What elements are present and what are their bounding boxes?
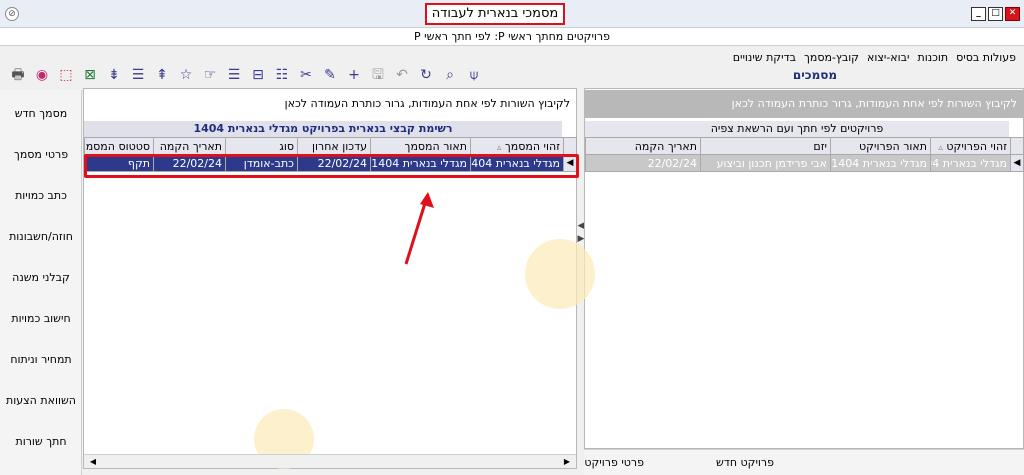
menu-item-import-export[interactable]: יבוא-יצוא	[867, 51, 909, 64]
projects-group-hint: לקיבוץ השורות לפי אחת העמודות, גרור כותר…	[585, 90, 1023, 118]
nav-document-details[interactable]: פרטי מסמך	[0, 136, 82, 174]
menu-item-file-document[interactable]: קובץ-מסמך	[804, 51, 859, 64]
window-title: מסמכי בנארית לעבודה	[425, 3, 565, 25]
column-header-developer[interactable]: יזם	[700, 137, 831, 155]
column-header-project-desc[interactable]: תאור הפרויקט	[830, 137, 931, 155]
toolbar: 🖶 ◉ ⬚ ⊠ ⇟ ☰ ⇞ ☆ ☞ ☰ ⊟ ☷ ✂ ✎ + 🖫 ↶ ↻ ⌕ ⍦	[8, 64, 484, 86]
row-indicator-header	[1010, 137, 1024, 155]
documents-panel: לקיבוץ השורות לפי אחת העמודות, גרור כותר…	[83, 88, 577, 469]
left-nav: מסמך חדש פרטי מסמך כתב כמויות חוזה/חשבונ…	[0, 90, 82, 475]
nav-subcontractors[interactable]: קבלני משנה	[0, 259, 82, 297]
minimize-icon[interactable]: _	[971, 7, 986, 21]
cell-created-date[interactable]: 22/02/24	[585, 154, 701, 172]
projects-table: זהוי הפרויקט ▵ תאור הפרויקט יזם תאריך הק…	[585, 137, 1024, 172]
cell-developer[interactable]: אבי פרידמן תכנון וביצוע	[700, 154, 831, 172]
projects-group-header: פרויקטים לפי חתך ועם הרשאת צפיה	[585, 121, 1009, 137]
save-icon[interactable]: 🖫	[368, 65, 388, 85]
nav-bill-of-quantities[interactable]: כתב כמויות	[0, 177, 82, 215]
column-header-document-desc[interactable]: תאור המסמך	[370, 137, 471, 155]
decoration-circle	[525, 239, 595, 309]
delete-icon[interactable]: ✂	[296, 65, 316, 85]
menu-item-check-changes[interactable]: בדיקת שינויים	[733, 51, 796, 64]
menu-bar: פעולות בסיס תוכנות יבוא-יצוא קובץ-מסמך ב…	[733, 51, 1016, 64]
insert-below-icon[interactable]: ⇟	[104, 65, 124, 85]
menu-item-software[interactable]: תוכנות	[917, 51, 948, 64]
sort-icon: ▵	[938, 142, 943, 153]
nav-contract-invoices[interactable]: חוזה/חשבונות	[0, 218, 82, 256]
column-header-status[interactable]: סטטוס המסמך	[84, 137, 154, 155]
cell-project-desc[interactable]: מגדלי בנארית 1404	[830, 154, 931, 172]
filter-icon[interactable]: ⍦	[464, 65, 484, 85]
sort-icon: ▵	[496, 142, 502, 153]
column-header-type[interactable]: סוג	[225, 137, 298, 155]
documents-group-hint: לקיבוץ השורות לפי אחת העמודות, גרור כותר…	[284, 97, 570, 110]
excel-icon[interactable]: ⊠	[80, 65, 100, 85]
nav-compare-offers[interactable]: השוואת הצעות	[0, 382, 82, 420]
annotation-arrow-icon	[404, 192, 434, 265]
pointer-icon[interactable]: ☞	[200, 65, 220, 85]
projects-panel: לקיבוץ השורות לפי אחת העמודות, גרור כותר…	[525, 88, 1024, 449]
print-icon[interactable]: 🖶	[8, 65, 28, 85]
column-header-created-date[interactable]: תאריך הקמה	[585, 137, 701, 155]
cell-project-id[interactable]: מגדלי בנארית 1404	[930, 154, 1011, 172]
preview-icon[interactable]: ◉	[32, 65, 52, 85]
column-header-created-date[interactable]: תאריך הקמה	[153, 137, 226, 155]
search-icon[interactable]: ⌕	[440, 65, 460, 85]
documents-group-header: רשימת קבצי בנארית בפרויקט מגדלי בנארית 1…	[84, 121, 562, 137]
add-icon[interactable]: +	[344, 65, 364, 85]
project-details-button[interactable]: פרטי פרויקט	[584, 456, 644, 469]
nav-new-document[interactable]: מסמך חדש	[0, 95, 82, 133]
nav-quantity-calc[interactable]: חישוב כמויות	[0, 300, 82, 338]
star-icon[interactable]: ☆	[176, 65, 196, 85]
documents-hscrollbar[interactable]: ◀ ▶	[84, 454, 576, 468]
app-icon[interactable]: ⊘	[5, 7, 19, 21]
section-title: מסמכים	[792, 68, 838, 82]
refresh-icon[interactable]: ↻	[416, 65, 436, 85]
grid-icon[interactable]: ☷	[272, 65, 292, 85]
window-controls: _ □ ✕	[971, 7, 1020, 21]
undo-icon[interactable]: ↶	[392, 65, 412, 85]
pdf-icon[interactable]: ⬚	[56, 65, 76, 85]
list-icon[interactable]: ☰	[224, 65, 244, 85]
column-header-document-id[interactable]: זהוי המסמך ▵	[470, 137, 564, 155]
maximize-icon[interactable]: □	[988, 7, 1003, 21]
edit-icon[interactable]: ✎	[320, 65, 340, 85]
column-header-project-id[interactable]: זהוי הפרויקט ▵	[930, 137, 1011, 155]
column-header-last-update[interactable]: עדכון אחרון	[297, 137, 371, 155]
collapse-icon[interactable]: ⊟	[248, 65, 268, 85]
selected-row-highlight	[84, 154, 579, 178]
nav-pricing-analysis[interactable]: תמחיר וניתוח	[0, 341, 82, 379]
menu-item-basic-actions[interactable]: פעולות בסיס	[956, 51, 1016, 64]
table-row[interactable]: ◀ מגדלי בנארית 1404 מגדלי בנארית 1404 אב…	[585, 154, 1024, 172]
rows-icon[interactable]: ☰	[128, 65, 148, 85]
nav-row-section[interactable]: חתך שורות	[0, 423, 82, 461]
row-pointer-icon: ◀	[1010, 154, 1024, 172]
close-icon[interactable]: ✕	[1005, 7, 1020, 21]
row-indicator-header	[563, 137, 577, 155]
window-subtitle: פרויקטים מחתך ראשי P: לפי חתך ראשי P	[0, 28, 1024, 46]
title-bar: ⊘ מסמכי בנארית לעבודה _ □ ✕	[0, 0, 1024, 28]
projects-bottom-bar: פרויקט חדש פרטי פרויקט	[584, 449, 1024, 475]
scroll-left-icon[interactable]: ◀	[86, 455, 100, 469]
new-project-button[interactable]: פרויקט חדש	[716, 456, 774, 469]
insert-above-icon[interactable]: ⇞	[152, 65, 172, 85]
scroll-right-icon[interactable]: ▶	[560, 455, 574, 469]
